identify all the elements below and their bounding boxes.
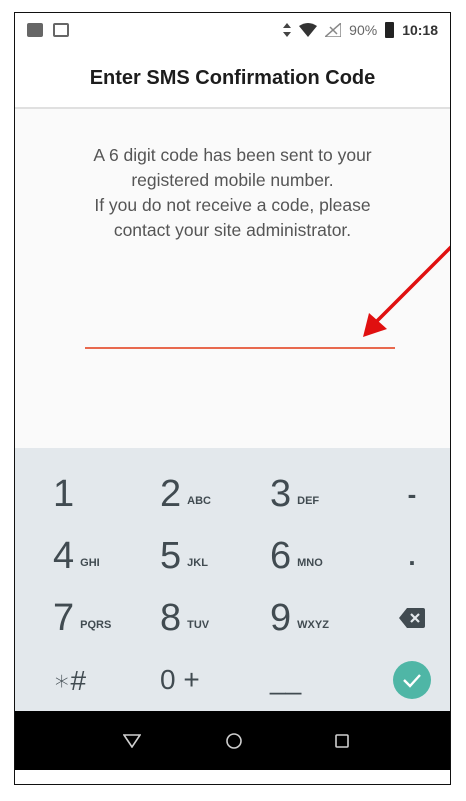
data-arrows-icon [283,23,292,37]
key-dot[interactable]: . [387,525,437,587]
key-6[interactable]: 6 MNO [270,525,370,587]
nav-home-button[interactable] [219,726,249,756]
keypad-row-2: 4 GHI 5 JKL 6 MNO . [15,525,450,587]
checkmark-icon [403,674,421,688]
key-star-hash[interactable]: ∗# [53,649,143,711]
instruction-message: A 6 digit code has been sent to your reg… [55,143,410,243]
screenshot-icon [53,23,69,37]
message-line: registered mobile number. [131,170,334,190]
image-icon [27,23,43,37]
key-2[interactable]: 2 ABC [160,463,260,525]
key-3[interactable]: 3 DEF [270,463,370,525]
key-5[interactable]: 5 JKL [160,525,260,587]
key-8[interactable]: 8 TUV [160,587,260,649]
screenshot-frame: 90% 10:18 Enter SMS Confirmation Code A … [14,12,451,785]
keypad-row-3: 7 PQRS 8 TUV 9 WXYZ [15,587,450,649]
status-time: 10:18 [402,22,438,38]
keypad-row-1: 1 2 ABC 3 DEF - [15,463,450,525]
key-dash[interactable]: - [387,463,437,525]
wifi-icon [299,23,318,37]
home-circle-icon [226,733,242,749]
nav-back-button[interactable] [117,726,147,756]
recents-square-icon [335,734,349,748]
battery-icon [385,22,395,38]
message-line: contact your site administrator. [113,220,352,240]
key-7[interactable]: 7 PQRS [53,587,143,649]
app-header: Enter SMS Confirmation Code [15,49,450,109]
message-line: A 6 digit code has been sent to your [93,145,372,165]
key-zero-plus[interactable]: 0 + [160,649,260,711]
battery-percent: 90% [349,22,378,38]
message-line: If you do not receive a code, please [94,195,371,215]
no-signal-icon [325,23,342,37]
phone-screen: 90% 10:18 Enter SMS Confirmation Code A … [15,13,450,770]
numeric-keypad: 1 2 ABC 3 DEF - 4 GHI 5 JKL 6 MNO . 7 PQRS 8 TU… [15,448,450,711]
keypad-row-4: ∗# 0 + __ [15,649,450,711]
back-triangle-icon [123,734,141,748]
backspace-icon [399,608,425,628]
done-button[interactable] [387,649,437,711]
status-bar: 90% 10:18 [15,13,450,49]
sms-code-input[interactable] [85,313,395,349]
backspace-key[interactable] [387,587,437,649]
key-9[interactable]: 9 WXYZ [270,587,370,649]
key-underscore[interactable]: __ [270,649,370,711]
page-title: Enter SMS Confirmation Code [89,66,376,89]
navigation-bar [15,711,450,770]
nav-recents-button[interactable] [327,726,357,756]
key-1[interactable]: 1 [53,463,143,525]
key-4[interactable]: 4 GHI [53,525,143,587]
